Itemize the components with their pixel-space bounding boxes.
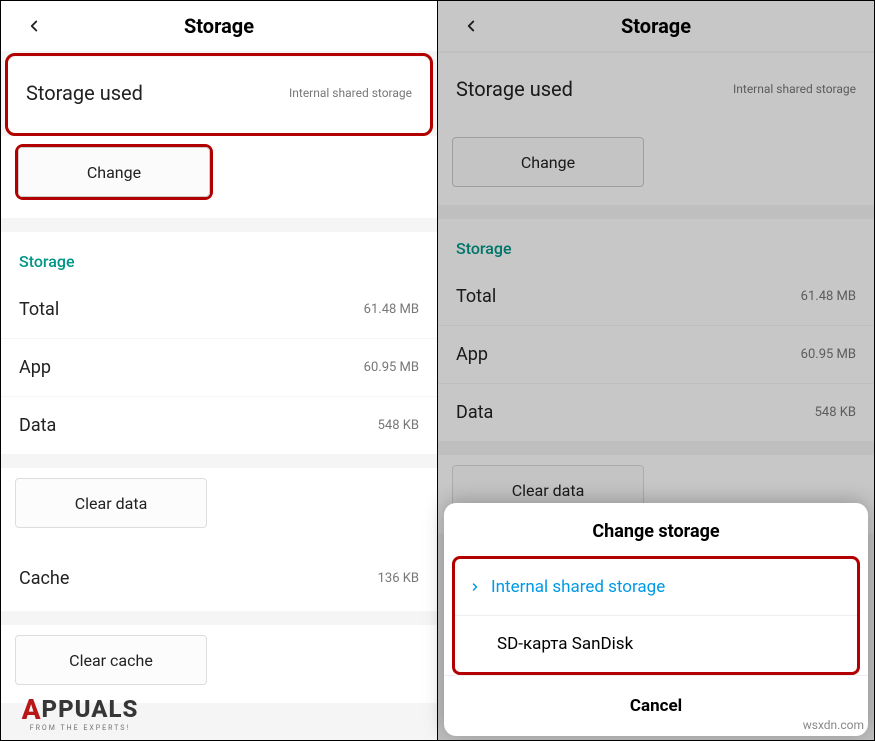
change-button-section: Change <box>438 129 874 205</box>
right-panel: Storage Storage used Internal shared sto… <box>438 1 874 740</box>
dialog-options-highlight: Internal shared storage SD-карта SanDisk <box>452 556 860 675</box>
stat-value: 548 KB <box>378 418 419 433</box>
change-button[interactable]: Change <box>18 147 210 197</box>
storage-used-label: Storage used <box>26 81 143 105</box>
header: Storage <box>438 1 874 51</box>
stat-row-total: Total 61.48 MB <box>438 268 874 325</box>
change-storage-dialog: Change storage Internal shared storage S… <box>444 503 868 736</box>
clear-cache-section: Clear cache <box>1 625 437 703</box>
dialog-option-label: Internal shared storage <box>491 577 665 597</box>
storage-used-row[interactable]: Storage used Internal shared storage <box>438 53 874 129</box>
clear-data-label: Clear data <box>75 494 148 513</box>
stat-label: App <box>456 344 488 365</box>
dialog-option-sdcard[interactable]: SD-карта SanDisk <box>455 616 857 672</box>
stat-value: 61.48 MB <box>801 289 856 304</box>
storage-used-value: Internal shared storage <box>733 82 856 96</box>
clear-data-label: Clear data <box>512 481 585 500</box>
storage-used-value: Internal shared storage <box>289 86 412 100</box>
stat-label: Data <box>456 402 493 423</box>
storage-stats: Total 61.48 MB App 60.95 MB Data 548 KB <box>438 268 874 441</box>
stat-label: Total <box>456 286 496 307</box>
page-title: Storage <box>1 14 437 38</box>
storage-used-row[interactable]: Storage used Internal shared storage <box>8 57 430 133</box>
back-icon[interactable] <box>23 15 45 37</box>
page-title: Storage <box>438 14 874 38</box>
clear-cache-button[interactable]: Clear cache <box>15 635 207 685</box>
left-panel: Storage Storage used Internal shared sto… <box>1 1 438 740</box>
stat-label: Data <box>19 415 56 436</box>
stat-value: 60.95 MB <box>364 360 419 375</box>
clear-cache-label: Clear cache <box>69 651 153 670</box>
stat-value: 548 KB <box>815 405 856 420</box>
divider-gap <box>1 454 437 468</box>
dialog-cancel-button[interactable]: Cancel <box>444 675 868 736</box>
dialog-option-label: SD-карта SanDisk <box>497 634 633 654</box>
stat-row-total: Total 61.48 MB <box>1 281 437 338</box>
stat-value: 61.48 MB <box>364 302 419 317</box>
divider-gap <box>1 611 437 625</box>
storage-section-label: Storage <box>1 232 437 281</box>
watermark-tag: FROM THE EXPERTS! <box>30 724 130 732</box>
cache-row: Cache 136 KB <box>1 546 437 611</box>
storage-section-label: Storage <box>438 219 874 268</box>
change-button[interactable]: Change <box>452 137 644 187</box>
stat-value: 60.95 MB <box>801 347 856 362</box>
stat-row-data: Data 548 KB <box>438 383 874 441</box>
stat-label: App <box>19 357 51 378</box>
stat-label: Total <box>19 299 59 320</box>
change-button-highlight: Change <box>15 144 213 200</box>
stat-row-app: App 60.95 MB <box>438 325 874 383</box>
storage-used-label: Storage used <box>456 77 573 101</box>
cache-label: Cache <box>19 568 69 589</box>
chevron-right-icon <box>469 580 481 594</box>
change-button-label: Change <box>521 153 575 172</box>
storage-used-highlight: Storage used Internal shared storage <box>5 53 433 136</box>
dialog-title: Change storage <box>444 503 868 556</box>
cache-value: 136 KB <box>378 571 419 586</box>
back-icon[interactable] <box>460 15 482 37</box>
clear-data-button[interactable]: Clear data <box>15 478 207 528</box>
header: Storage <box>1 1 437 51</box>
divider-gap <box>438 441 874 455</box>
clear-data-section: Clear data <box>1 468 437 546</box>
dialog-option-internal[interactable]: Internal shared storage <box>455 559 857 616</box>
stat-row-app: App 60.95 MB <box>1 338 437 396</box>
change-button-section: Change <box>1 136 437 218</box>
change-button-label: Change <box>87 163 141 182</box>
dialog-cancel-label: Cancel <box>630 696 682 716</box>
stat-row-data: Data 548 KB <box>1 396 437 454</box>
storage-stats: Total 61.48 MB App 60.95 MB Data 548 KB <box>1 281 437 454</box>
